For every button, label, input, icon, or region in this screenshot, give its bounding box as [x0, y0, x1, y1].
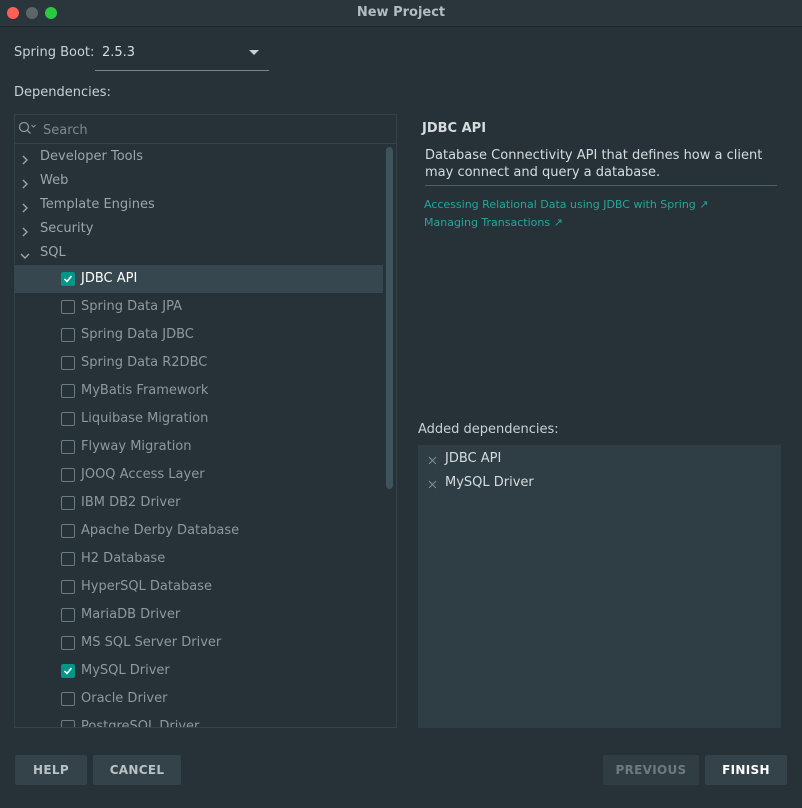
dependency-label: Spring Data JDBC	[81, 327, 194, 342]
added-dependencies-label: Added dependencies:	[418, 422, 559, 437]
tree-category-developer-tools[interactable]: Developer Tools	[15, 145, 385, 169]
dependency-item-postgresql-driver[interactable]: PostgreSQL Driver	[15, 713, 385, 728]
tree-category-security[interactable]: Security	[15, 217, 385, 241]
dependency-checkbox[interactable]	[61, 664, 75, 678]
dependency-label: H2 Database	[81, 551, 166, 566]
dependency-checkbox[interactable]	[61, 412, 75, 426]
tree-category-label: Web	[40, 173, 69, 188]
remove-dependency-icon[interactable]	[428, 451, 438, 470]
search-input[interactable]	[41, 120, 375, 140]
dependency-checkbox[interactable]	[61, 468, 75, 482]
dependency-label: MyBatis Framework	[81, 383, 209, 398]
dependency-checkbox[interactable]	[61, 636, 75, 650]
dependency-item-mybatis-framework[interactable]: MyBatis Framework	[15, 377, 385, 405]
dependency-tree-panel: Developer Tools Web Template Engines Sec…	[14, 114, 397, 728]
dependency-label: Apache Derby Database	[81, 523, 240, 538]
added-dependency-item: JDBC API	[418, 447, 781, 471]
dependency-label: HyperSQL Database	[81, 579, 212, 594]
spring-boot-label: Spring Boot:	[14, 45, 95, 60]
previous-button[interactable]: PREVIOUS	[603, 755, 699, 785]
dependency-label: JDBC API	[81, 271, 138, 286]
dependency-item-apache-derby-database[interactable]: Apache Derby Database	[15, 517, 385, 545]
dependency-checkbox[interactable]	[61, 272, 75, 286]
dependency-detail-description: Database Connectivity API that defines h…	[425, 147, 777, 186]
tree-category-sql[interactable]: SQL	[15, 241, 385, 265]
dependency-checkbox[interactable]	[61, 384, 75, 398]
dependency-item-mysql-driver[interactable]: MySQL Driver	[15, 657, 385, 685]
dependency-label: JOOQ Access Layer	[81, 467, 205, 482]
dependency-item-h2-database[interactable]: H2 Database	[15, 545, 385, 573]
dependency-item-spring-data-jdbc[interactable]: Spring Data JDBC	[15, 321, 385, 349]
dependency-checkbox[interactable]	[61, 440, 75, 454]
finish-button[interactable]: FINISH	[705, 755, 787, 785]
dependency-item-ms-sql-server-driver[interactable]: MS SQL Server Driver	[15, 629, 385, 657]
dependency-item-ibm-db2-driver[interactable]: IBM DB2 Driver	[15, 489, 385, 517]
tree-category-web[interactable]: Web	[15, 169, 385, 193]
chevron-down-icon	[249, 50, 259, 55]
chevron-right-icon	[20, 175, 30, 194]
dependency-label: Oracle Driver	[81, 691, 168, 706]
dependency-checkbox[interactable]	[61, 300, 75, 314]
title-bar: New Project	[0, 0, 802, 27]
guide-link-accessing-relational-data[interactable]: Accessing Relational Data using JDBC wit…	[424, 198, 709, 211]
added-dependency-item: MySQL Driver	[418, 471, 781, 495]
dependency-checkbox[interactable]	[61, 580, 75, 594]
chevron-down-icon	[20, 247, 30, 266]
tree-category-label: Security	[40, 221, 94, 236]
tree-category-template-engines[interactable]: Template Engines	[15, 193, 385, 217]
dependency-label: Liquibase Migration	[81, 411, 209, 426]
dependency-item-jdbc-api[interactable]: JDBC API	[15, 265, 383, 293]
dependency-checkbox[interactable]	[61, 328, 75, 342]
dependency-item-flyway-migration[interactable]: Flyway Migration	[15, 433, 385, 461]
dependency-item-oracle-driver[interactable]: Oracle Driver	[15, 685, 385, 713]
dependency-item-mariadb-driver[interactable]: MariaDB Driver	[15, 601, 385, 629]
tree-scrollbar[interactable]	[386, 147, 393, 489]
dependency-checkbox[interactable]	[61, 524, 75, 538]
added-dependency-label: MySQL Driver	[445, 475, 534, 490]
tree-category-label: Developer Tools	[40, 149, 144, 164]
spring-boot-version-select[interactable]: 2.5.3	[95, 40, 269, 71]
dependency-checkbox[interactable]	[61, 356, 75, 370]
cancel-button[interactable]: CANCEL	[93, 755, 181, 785]
dependency-checkbox[interactable]	[61, 608, 75, 622]
dependency-tree: Developer Tools Web Template Engines Sec…	[15, 145, 385, 728]
added-dependencies-list: JDBC API MySQL Driver	[418, 445, 781, 728]
guide-link-managing-transactions[interactable]: Managing Transactions ↗	[424, 216, 563, 229]
tree-category-label: Template Engines	[40, 197, 155, 212]
dependency-label: IBM DB2 Driver	[81, 495, 181, 510]
dependency-label: MariaDB Driver	[81, 607, 181, 622]
spring-boot-version-value: 2.5.3	[102, 45, 136, 60]
dependency-label: Spring Data R2DBC	[81, 355, 208, 370]
dependency-label: Spring Data JPA	[81, 299, 182, 314]
dependency-checkbox[interactable]	[61, 552, 75, 566]
chevron-right-icon	[20, 199, 30, 218]
dependency-item-spring-data-jpa[interactable]: Spring Data JPA	[15, 293, 385, 321]
dependency-label: MySQL Driver	[81, 663, 170, 678]
dependency-label: PostgreSQL Driver	[81, 719, 200, 728]
tree-category-label: SQL	[40, 245, 66, 260]
search-box	[15, 115, 396, 144]
dependency-checkbox[interactable]	[61, 720, 75, 727]
dependency-item-jooq-access-layer[interactable]: JOOQ Access Layer	[15, 461, 385, 489]
dependency-label: MS SQL Server Driver	[81, 635, 222, 650]
added-dependency-label: JDBC API	[445, 451, 502, 466]
chevron-right-icon	[20, 151, 30, 170]
dependency-label: Flyway Migration	[81, 439, 192, 454]
dependency-checkbox[interactable]	[61, 692, 75, 706]
chevron-right-icon	[20, 223, 30, 242]
dependency-item-hypersql-database[interactable]: HyperSQL Database	[15, 573, 385, 601]
remove-dependency-icon[interactable]	[428, 475, 438, 494]
dependency-item-liquibase-migration[interactable]: Liquibase Migration	[15, 405, 385, 433]
dependency-detail-title: JDBC API	[422, 121, 487, 136]
help-button[interactable]: HELP	[15, 755, 87, 785]
dependencies-label: Dependencies:	[14, 85, 111, 100]
search-icon	[17, 120, 37, 140]
window-title: New Project	[356, 5, 446, 20]
dependency-checkbox[interactable]	[61, 496, 75, 510]
dependency-item-spring-data-r2dbc[interactable]: Spring Data R2DBC	[15, 349, 385, 377]
